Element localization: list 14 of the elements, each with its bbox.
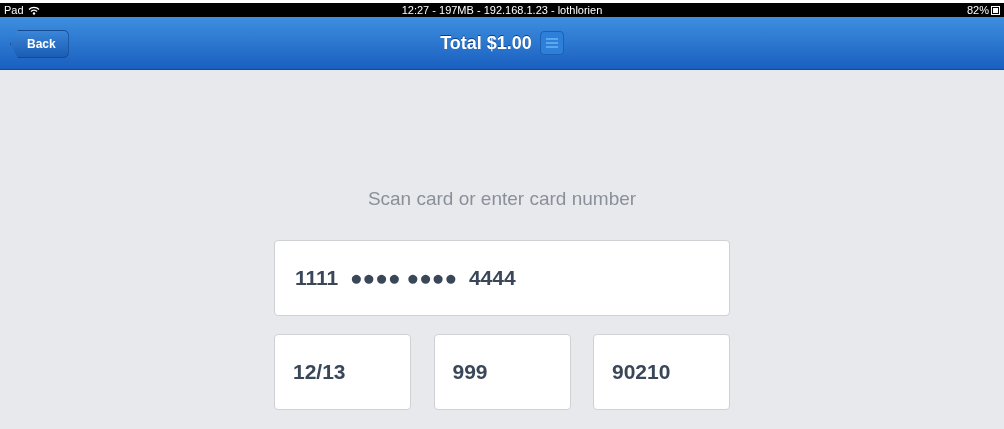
device-name: Pad [4, 4, 24, 16]
input-field[interactable]: 12/13 [274, 334, 411, 410]
battery-icon [991, 5, 1000, 15]
wifi-icon [27, 5, 40, 15]
nav-title: Total $1.00 [440, 32, 532, 54]
input-field[interactable]: 999 [433, 334, 571, 410]
battery-percent: 82% [966, 4, 989, 16]
menu-icon [544, 37, 559, 49]
scan-prompt: Scan card or enter card number [367, 188, 637, 210]
back-button[interactable]: Back [10, 30, 69, 58]
card-number-field[interactable]: 1111 ●●●● ●●●● 4444 [274, 240, 730, 316]
input-field[interactable]: 90210 [593, 334, 730, 410]
menu-button[interactable] [539, 31, 564, 55]
status-text: 12:27 - 197MB - 192.168.1.23 - lothlorien [401, 4, 603, 16]
